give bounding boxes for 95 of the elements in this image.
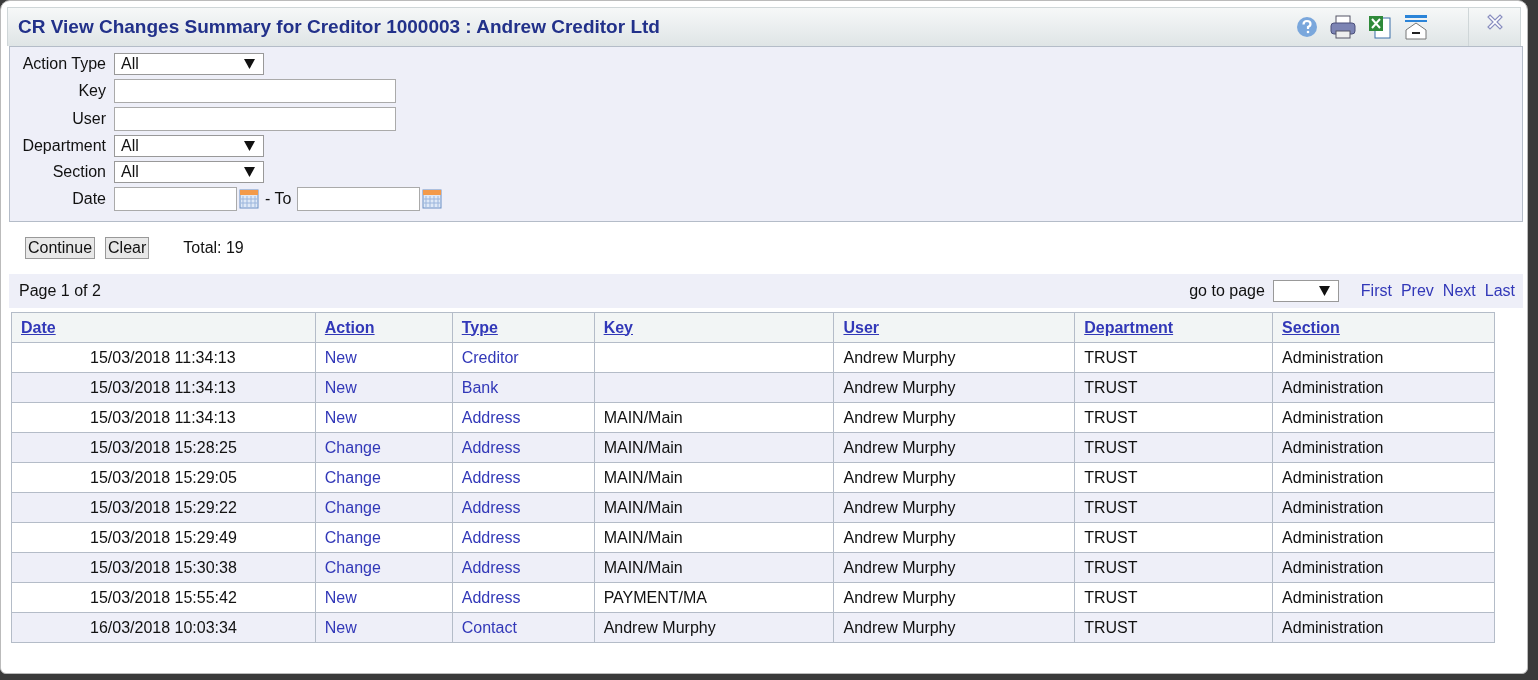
table-cell: 15/03/2018 15:55:42 — [90, 588, 237, 606]
input-field[interactable] — [114, 79, 396, 103]
table-cell: Andrew Murphy — [843, 528, 956, 546]
range-separator: - To — [265, 190, 292, 208]
table-cell: Andrew Murphy — [843, 438, 956, 456]
dropdown[interactable]: All — [114, 135, 264, 157]
table-cell: Administration — [1282, 588, 1384, 606]
dropdown[interactable]: All — [114, 161, 264, 183]
table-cell: TRUST — [1084, 348, 1138, 366]
form-button[interactable]: Clear — [105, 237, 150, 259]
table-cell: Andrew Murphy — [843, 348, 956, 366]
table-cell: Administration — [1282, 438, 1384, 456]
field-label: Section — [51, 163, 106, 181]
table-cell: Andrew Murphy — [843, 618, 956, 636]
caret-icon — [244, 59, 255, 69]
table-cell: PAYMENT/MA — [603, 588, 708, 606]
table-cell: MAIN/Main — [603, 558, 683, 576]
pager-link[interactable]: First — [1360, 282, 1392, 300]
table-cell: 15/03/2018 15:28:25 — [90, 438, 237, 456]
table-cell: TRUST — [1084, 498, 1138, 516]
window-title: CR View Changes Summary for Creditor 1000003 : Andrew Creditor Ltd — [18, 16, 661, 38]
table-cell: TRUST — [1084, 468, 1138, 486]
table-cell: Administration — [1282, 348, 1384, 366]
table-cell: Andrew Murphy — [843, 468, 956, 486]
field-label: Date — [71, 190, 106, 208]
table-link[interactable]: New — [324, 618, 357, 636]
table-cell: 15/03/2018 11:34:13 — [90, 408, 236, 426]
table-cell: 15/03/2018 11:34:13 — [90, 348, 236, 366]
close-icon[interactable] — [1486, 14, 1503, 30]
form-button[interactable]: Continue — [25, 237, 96, 259]
table-cell: MAIN/Main — [603, 408, 683, 426]
pager-link[interactable]: Last — [1484, 282, 1515, 300]
table-link[interactable]: New — [324, 348, 357, 366]
calendar-icon[interactable] — [239, 189, 259, 209]
field-label: User — [71, 110, 106, 128]
table-cell: TRUST — [1084, 408, 1138, 426]
column-header-link[interactable]: Key — [603, 318, 633, 336]
table-cell: TRUST — [1084, 528, 1138, 546]
table-cell: 15/03/2018 15:30:38 — [90, 558, 237, 576]
field-label: Department — [21, 137, 106, 155]
table-cell: MAIN/Main — [603, 528, 683, 546]
table-cell: 15/03/2018 11:34:13 — [90, 378, 236, 396]
caret-icon — [244, 167, 255, 177]
table-link[interactable]: New — [324, 408, 357, 426]
table-cell: TRUST — [1084, 378, 1138, 396]
table-cell: TRUST — [1084, 438, 1138, 456]
date-field[interactable] — [297, 187, 421, 211]
table-cell: Administration — [1282, 558, 1384, 576]
table-cell: TRUST — [1084, 618, 1138, 636]
collapse-icon[interactable] — [1404, 14, 1428, 40]
goto-label: go to page — [1189, 282, 1265, 300]
total-count: Total: 19 — [183, 239, 244, 257]
table-cell: Administration — [1282, 408, 1384, 426]
table-cell: TRUST — [1084, 588, 1138, 606]
help-icon[interactable] — [1296, 16, 1318, 38]
spreadsheet-icon[interactable] — [1368, 15, 1392, 39]
table-cell: TRUST — [1084, 558, 1138, 576]
table-cell: Administration — [1282, 498, 1384, 516]
input-field[interactable] — [114, 107, 396, 131]
table-link[interactable]: New — [324, 378, 357, 396]
table-cell: MAIN/Main — [603, 438, 683, 456]
table-cell: Andrew Murphy — [843, 378, 956, 396]
table-cell: MAIN/Main — [603, 498, 683, 516]
caret-icon — [1318, 286, 1330, 296]
table-cell: Andrew Murphy — [843, 498, 956, 516]
table-cell: Andrew Murphy — [843, 408, 956, 426]
table-cell: Administration — [1282, 468, 1384, 486]
page-dropdown[interactable] — [1272, 280, 1339, 302]
column-header-link[interactable]: Date — [21, 318, 56, 336]
pager-link[interactable]: Prev — [1400, 282, 1434, 300]
table-cell: 15/03/2018 15:29:22 — [90, 498, 237, 516]
printer-icon[interactable] — [1330, 15, 1356, 39]
dropdown[interactable]: All — [114, 53, 264, 75]
date-field[interactable] — [114, 187, 237, 211]
table-link[interactable]: Bank — [461, 378, 499, 396]
table-cell: Andrew Murphy — [843, 588, 956, 606]
table-link[interactable]: New — [324, 588, 357, 606]
field-label: Key — [77, 82, 106, 100]
table-cell: Administration — [1282, 618, 1384, 636]
table-cell: Administration — [1282, 378, 1384, 396]
table-cell: Andrew Murphy — [843, 558, 956, 576]
caret-icon — [244, 141, 255, 151]
table-cell: 15/03/2018 15:29:05 — [90, 468, 237, 486]
column-header-link[interactable]: Section — [1282, 318, 1340, 336]
column-header-link[interactable]: Type — [461, 318, 498, 336]
column-header-link[interactable]: User — [843, 318, 880, 336]
table-cell: Administration — [1282, 528, 1384, 546]
table-cell: 16/03/2018 10:03:34 — [90, 618, 237, 636]
calendar-icon[interactable] — [422, 189, 443, 209]
pager-link[interactable]: Next — [1442, 282, 1476, 300]
table-cell: Andrew Murphy — [603, 618, 716, 636]
field-label: Action Type — [21, 55, 106, 73]
table-cell: MAIN/Main — [603, 468, 683, 486]
page-indicator: Page 1 of 2 — [19, 282, 102, 300]
table-cell: 15/03/2018 15:29:49 — [90, 528, 237, 546]
